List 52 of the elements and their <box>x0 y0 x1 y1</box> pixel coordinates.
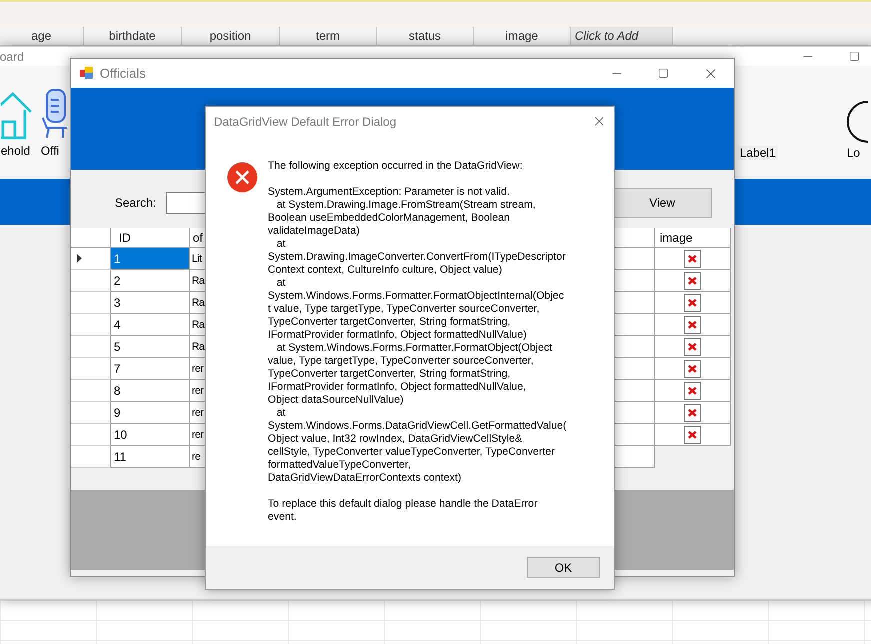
broken-image-icon <box>684 382 701 400</box>
chair-person-icon[interactable] <box>41 88 67 140</box>
row-header-corner <box>71 228 111 248</box>
broken-image-icon <box>684 426 701 444</box>
broken-image-icon <box>684 250 701 268</box>
column-header[interactable]: image <box>655 228 731 248</box>
nav-label[interactable]: Offi <box>41 144 60 158</box>
broken-image-icon <box>684 316 701 334</box>
broken-image-icon <box>684 360 701 378</box>
view-button[interactable]: View <box>612 188 712 218</box>
broken-image-icon <box>684 294 701 312</box>
logout-label[interactable]: Lo <box>847 146 860 160</box>
dialog-title: DataGridView Default Error Dialog <box>214 114 397 128</box>
search-label: Search: <box>115 196 156 210</box>
row-header[interactable] <box>71 248 111 270</box>
column-header: Click to Add <box>571 27 673 45</box>
error-message: The following exception occurred in the DataGridView: <box>268 160 524 173</box>
table-cell[interactable]: 2 <box>111 270 190 292</box>
window-title: Officials <box>100 66 146 81</box>
app-icon <box>80 67 94 80</box>
table-cell[interactable] <box>655 380 731 402</box>
broken-image-icon <box>684 338 701 356</box>
table-cell[interactable] <box>655 248 731 270</box>
ok-button[interactable]: OK <box>527 557 600 578</box>
table-cell[interactable] <box>655 292 731 314</box>
table-cell[interactable] <box>655 336 731 358</box>
broken-image-icon <box>684 404 701 422</box>
nav-label[interactable]: ehold <box>1 144 30 158</box>
table-cell[interactable]: 10 <box>111 424 190 446</box>
current-row-icon <box>77 254 82 263</box>
maximize-icon[interactable] <box>849 51 860 62</box>
error-icon <box>227 162 258 193</box>
table-cell[interactable] <box>655 402 731 424</box>
column-header[interactable]: ID <box>111 228 190 248</box>
window-title: oard <box>0 50 24 64</box>
status-label: Label1 <box>738 146 778 160</box>
table-cell[interactable] <box>655 424 731 446</box>
table-cell[interactable] <box>655 270 731 292</box>
table-cell[interactable]: 5 <box>111 336 190 358</box>
table-cell[interactable]: 4 <box>111 314 190 336</box>
table-cell[interactable]: 11 <box>111 446 190 468</box>
table-cell[interactable]: 1 <box>111 248 190 270</box>
table-cell[interactable]: 9 <box>111 402 190 424</box>
table-cell[interactable] <box>655 314 731 336</box>
maximize-icon[interactable] <box>658 68 669 79</box>
table-cell[interactable]: 7 <box>111 358 190 380</box>
error-message: To replace this default dialog please handle the DataError event. <box>268 498 539 524</box>
table-cell[interactable]: 8 <box>111 380 190 402</box>
error-message: System.ArgumentException: Parameter is not valid. at System.Drawing.Image.FromStream(Stream stream, Boolean useEmbeddedColorManagement, Boolean validateImageData) at System.Drawing.ImageConverter.ConvertFrom(ITypeDescriptor Context context, CultureInfo culture, Object value) at System.Windows.Forms.Formatter.FormatObjectInternal(Objec t value, Type targetType, TypeConverter sourceConverter, TypeConverter targetConverter, String formatString, IFormatProvider formatInfo, Object formattedNullValue) at System.Windows.Forms.Formatter.FormatObject(Object value, Type targetType, TypeConverter sourceConverter, TypeConverter targetConverter, String formatString, IFormatProvider formatInfo, Object formattedNullValue, Object dataSourceNullValue) at System.Windows.Forms.DataGridViewCell.GetFormattedValue( Object value, Int32 rowIndex, DataGridViewCellStyle& cellStyle, TypeConverter valueTypeConverter, TypeConverter formattedValueTypeConverter, DataGridViewDataErrorContexts context) <box>268 186 567 485</box>
table-cell[interactable]: 3 <box>111 292 190 314</box>
table-cell[interactable] <box>655 358 731 380</box>
broken-image-icon <box>684 272 701 290</box>
